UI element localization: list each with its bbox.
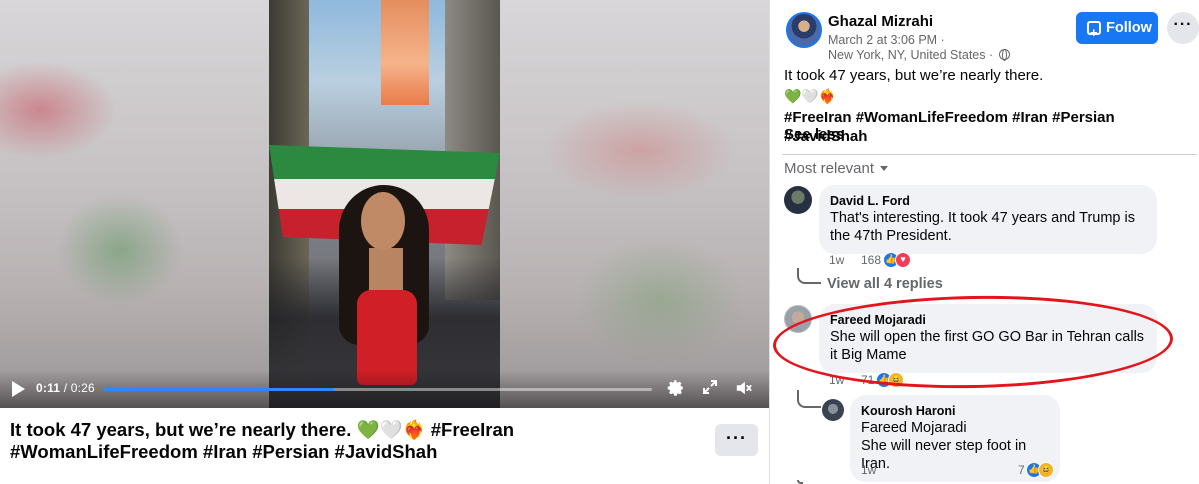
reply-time[interactable]: 1w [861,463,876,477]
haha-icon: 😆 [1038,462,1054,478]
comment-time[interactable]: 1w [829,253,844,267]
post-meta: March 2 at 3:06 PM · New York, NY, Unite… [828,33,1010,63]
comment-author[interactable]: David L. Ford [830,193,1145,209]
chevron-down-icon [880,166,889,171]
video-billboard [381,0,429,105]
post-date[interactable]: March 2 at 3:06 PM · [828,33,1010,48]
video-time: 0:11 / 0:26 [36,381,95,395]
author-avatar[interactable] [786,12,822,48]
see-less-link[interactable]: See less [784,126,844,143]
thread-line [797,390,821,408]
comment-bubble: Fareed Mojaradi She will open the first … [819,304,1157,373]
author-name[interactable]: Ghazal Mizrahi [828,13,933,30]
commenter-avatar[interactable] [822,399,844,421]
haha-icon: 😆 [888,372,904,388]
video-progress-bar[interactable] [104,388,652,391]
volume-muted-icon[interactable] [734,379,754,399]
commenter-avatar[interactable] [784,186,812,214]
reply-author[interactable]: Kourosh Haroni [861,403,1048,419]
post-emoji: 💚🤍❤️‍🔥 [784,88,837,104]
commenter-avatar[interactable] [784,305,812,333]
fullscreen-icon[interactable] [700,379,720,399]
reply-mention[interactable]: Fareed Mojaradi [861,419,1048,437]
comment-time[interactable]: 1w [829,373,844,387]
video-caption: It took 47 years, but we’re nearly there… [10,419,515,462]
video-building-right [445,0,500,300]
video-controls: 0:11 / 0:26 [0,370,769,408]
more-options-button[interactable]: ··· [715,424,758,456]
video-duration: / 0:26 [63,381,95,395]
follow-label: Follow [1106,20,1152,36]
video-player[interactable]: 0:11 / 0:26 [0,0,769,408]
video-person-face [361,192,405,250]
video-frame[interactable] [269,0,500,408]
video-current-time: 0:11 [36,381,61,395]
thread-line [797,268,821,284]
play-icon[interactable] [12,381,25,397]
comment-author[interactable]: Fareed Mojaradi [830,312,1145,328]
thread-line [797,480,803,484]
follow-button[interactable]: Follow [1076,12,1158,49]
comment-sort-dropdown[interactable]: Most relevant [784,160,889,177]
post-menu-button[interactable]: ··· [1167,12,1199,44]
reply-reaction-count[interactable]: 7 [1018,463,1025,477]
post-location[interactable]: New York, NY, United States · [828,48,993,62]
heart-icon: ♥ [895,252,911,268]
comment-text: That's interesting. It took 47 years and… [830,210,1135,244]
comment-reaction-count[interactable]: 71 [861,373,874,387]
comment-reaction-count[interactable]: 168 [861,253,881,267]
post-panel: Ghazal Mizrahi March 2 at 3:06 PM · New … [769,0,1199,484]
globe-icon [998,49,1010,61]
post-text: It took 47 years, but we’re nearly there… [784,67,1044,84]
video-progress-fill [104,388,335,391]
comment-bubble: David L. Ford That's interesting. It too… [819,185,1157,254]
comment-sort-label: Most relevant [784,160,875,177]
video-caption-area: It took 47 years, but we’re nearly there… [0,408,769,484]
post-hashtags[interactable]: #FreeIran #WomanLifeFreedom #Iran #Persi… [784,108,1199,146]
gear-icon[interactable] [666,379,686,399]
comment-text: She will open the first GO GO Bar in Teh… [830,329,1145,363]
follow-icon [1087,17,1101,49]
video-person-neck [369,248,403,296]
view-replies-link[interactable]: View all 4 replies [827,276,943,292]
divider [782,154,1197,155]
